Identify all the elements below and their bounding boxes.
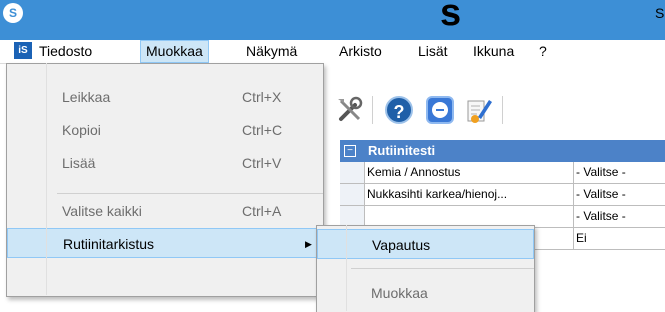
menu-item-valitse-kaikki[interactable]: Valitse kaikki Ctrl+A: [7, 196, 323, 226]
toolbar-separator: [502, 96, 503, 124]
app-menu-icon[interactable]: iS: [14, 42, 32, 59]
tools-icon[interactable]: [334, 94, 366, 126]
shortcut: Ctrl+X: [242, 89, 282, 105]
edit-document-icon[interactable]: [463, 94, 495, 126]
menu-ikkuna[interactable]: Ikkuna: [468, 40, 519, 63]
remote-support-icon[interactable]: [424, 94, 456, 126]
row-key: Kemia / Annostus: [364, 162, 574, 183]
edit-menu: Leikkaa Ctrl+X Kopioi Ctrl+C Lisää Ctrl+…: [6, 63, 324, 297]
row-key: Nukkasihti karkea/hienoj...: [364, 184, 574, 205]
row-value[interactable]: Ei: [574, 228, 665, 249]
submenu-item-vapautus[interactable]: Vapautus: [317, 229, 534, 259]
menu-help[interactable]: ?: [534, 40, 552, 63]
help-icon[interactable]: ?: [383, 94, 415, 126]
banner-right-char: S: [655, 5, 665, 21]
menu-arkisto[interactable]: Arkisto: [334, 40, 387, 63]
menu-bar: [0, 40, 665, 64]
menu-gutter: [46, 63, 47, 295]
table-row[interactable]: Kemia / Annostus - Valitse -: [340, 162, 665, 184]
menu-item-leikkaa[interactable]: Leikkaa Ctrl+X: [7, 82, 323, 112]
row-key: [364, 206, 574, 227]
menu-lisat[interactable]: Lisät: [413, 40, 453, 63]
shortcut: Ctrl+A: [242, 203, 282, 219]
collapse-icon[interactable]: −: [344, 145, 356, 157]
submenu-gutter: [346, 225, 347, 311]
grid-section-header[interactable]: − Rutiinitesti: [340, 140, 665, 162]
row-value[interactable]: - Valitse -: [574, 184, 665, 205]
menu-muokkaa[interactable]: Muokkaa: [140, 40, 209, 63]
submenu-item-muokkaa[interactable]: Muokkaa: [317, 278, 534, 308]
menu-item-lisaa[interactable]: Lisää Ctrl+V: [7, 148, 323, 178]
menu-separator: [351, 268, 534, 269]
menu-item-kopioi[interactable]: Kopioi Ctrl+C: [7, 115, 323, 145]
grid-section-title: Rutiinitesti: [368, 143, 436, 158]
menu-separator: [57, 193, 323, 194]
banner-title: s: [440, 0, 462, 34]
banner: s S: [0, 0, 665, 40]
table-row[interactable]: Nukkasihti karkea/hienoj... - Valitse -: [340, 184, 665, 206]
row-value[interactable]: - Valitse -: [574, 162, 665, 183]
shortcut: Ctrl+V: [242, 155, 282, 171]
rutiinitarkistus-submenu: Vapautus Muokkaa: [316, 225, 535, 312]
row-value[interactable]: - Valitse -: [574, 206, 665, 227]
submenu-arrow-icon: ▶: [305, 239, 312, 249]
toolbar-separator: [372, 96, 373, 124]
menu-item-rutiinitarkistus[interactable]: Rutiinitarkistus ▶: [7, 228, 323, 258]
menu-tiedosto[interactable]: Tiedosto: [34, 40, 97, 63]
shortcut: Ctrl+C: [242, 122, 283, 138]
menu-nakyma[interactable]: Näkymä: [241, 40, 302, 63]
